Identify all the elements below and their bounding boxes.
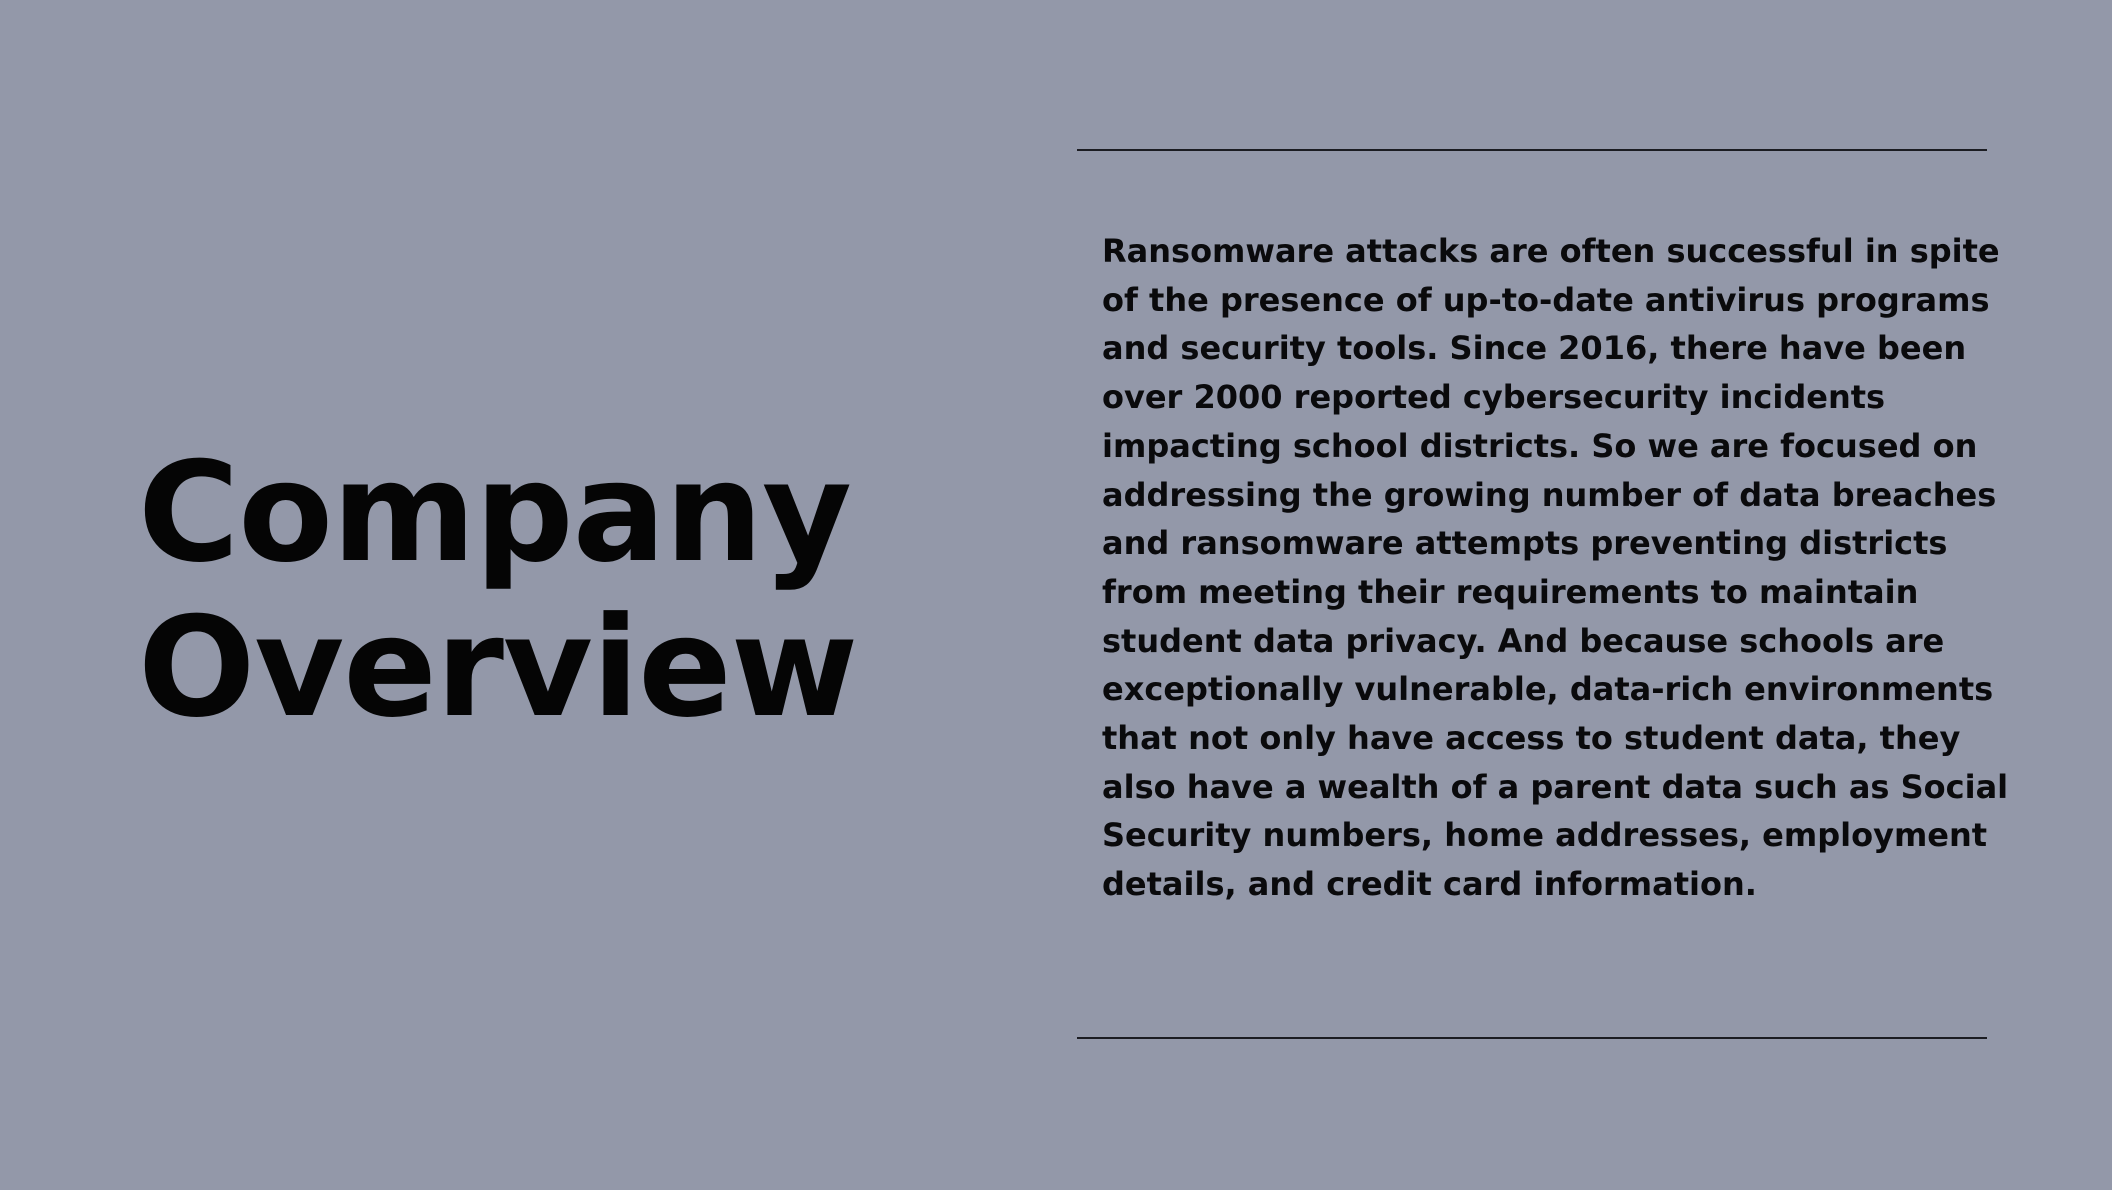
- slide-title: Company Overview: [138, 432, 858, 748]
- slide-title-line-1: Company: [138, 432, 852, 593]
- overview-paragraph: Ransomware attacks are often successful …: [1102, 232, 2009, 904]
- bottom-divider: [1077, 1037, 1987, 1039]
- slide-title-line-2: Overview: [138, 587, 858, 748]
- top-divider: [1077, 149, 1987, 151]
